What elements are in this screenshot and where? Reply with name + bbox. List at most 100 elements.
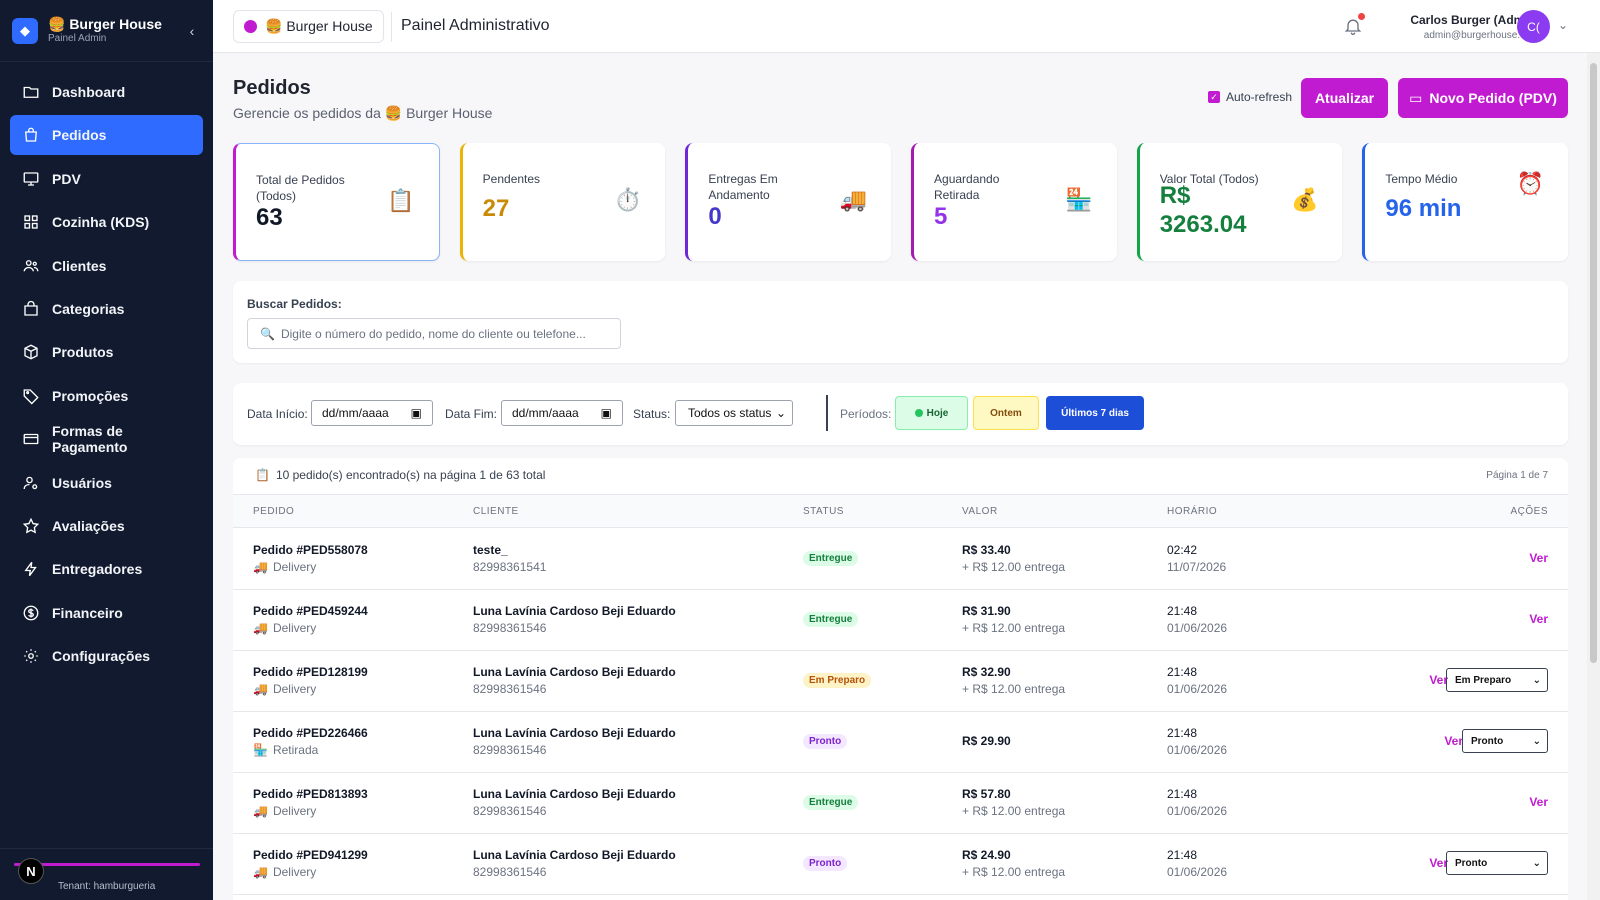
order-type: 🏪 Retirada — [253, 743, 318, 757]
sidebar-item-produtos[interactable]: Produtos — [10, 332, 203, 372]
status-select[interactable]: Pronto ⌄ — [1446, 851, 1548, 875]
order-number: Pedido #PED813893 — [253, 787, 368, 801]
start-date-input[interactable]: dd/mm/aaaa ▣ — [311, 400, 433, 426]
table-row: Pedido #PED558078 🚚 Delivery teste_ 82998… — [233, 529, 1568, 590]
scroll-thumb[interactable] — [1590, 63, 1597, 663]
table-row: Pedido #PED941299 🚚 Delivery Luna Lavínia… — [233, 834, 1568, 895]
stat-label: Entregas Em Andamento — [708, 172, 778, 202]
bell-icon[interactable] — [1343, 13, 1365, 36]
status-badge: Em Preparo — [803, 673, 872, 688]
view-link[interactable]: Ver — [1444, 734, 1463, 748]
customer-name: Luna Lavínia Cardoso Beji Eduardo — [473, 604, 676, 618]
col-header: VALOR — [962, 506, 998, 517]
stat-card: Tempo Médio 96 min ⏰ — [1362, 143, 1569, 261]
update-button[interactable]: Atualizar — [1301, 78, 1388, 118]
sidebar-item-promocoes[interactable]: Promoções — [10, 376, 203, 416]
order-date: 11/07/2026 — [1167, 560, 1227, 574]
status-select[interactable]: Em Preparo ⌄ — [1446, 668, 1548, 692]
period-chip[interactable]: Hoje — [895, 396, 968, 430]
customer-phone: 82998361546 — [473, 621, 547, 635]
results-info: 📋 10 pedido(s) encontrado(s) na página 1… — [255, 468, 545, 482]
sidebar-item-pedidos[interactable]: Pedidos — [10, 115, 203, 156]
autorefresh-label: Auto-refresh — [1226, 90, 1293, 104]
status-select[interactable]: Pronto ⌄ — [1462, 729, 1548, 753]
orders-table: 📋 10 pedido(s) encontrado(s) na página 1… — [233, 458, 1568, 900]
sidebar-item-categorias[interactable]: Categorias — [10, 289, 203, 329]
autorefresh-toggle[interactable]: ✓ Auto-refresh — [1208, 90, 1292, 104]
new-order-button[interactable]: ▭ Novo Pedido (PDV) — [1398, 78, 1568, 118]
sidebar: ◆ 🍔 Burger House Painel Admin ‹ Dashboar… — [0, 0, 213, 900]
sidebar-item-pdv[interactable]: PDV — [10, 159, 203, 199]
footer-avatar[interactable]: N — [18, 858, 44, 884]
results-text: 10 pedido(s) encontrado(s) na página 1 d… — [275, 468, 546, 482]
order-value: R$ 57.80 — [962, 787, 1011, 801]
tenant-label: Tenant: hamburgueria — [58, 881, 156, 892]
scrollbar[interactable] — [1587, 53, 1600, 900]
status-label: Status: — [633, 407, 671, 421]
status-select[interactable]: Todos os status ⌄ — [675, 400, 793, 426]
end-date-input[interactable]: dd/mm/aaaa ▣ — [501, 400, 623, 426]
sidebar-item-label: Dashboard — [52, 84, 126, 100]
customer-phone: 82998361546 — [473, 682, 547, 696]
stat-card: Aguardando Retirada 5 🏪 — [911, 143, 1117, 261]
sidebar-item-dashboard[interactable]: Dashboard — [10, 72, 203, 112]
clipboard-icon: 📋 — [255, 468, 270, 482]
stat-card[interactable]: Total de Pedidos (Todos) 63 📋 — [233, 143, 440, 261]
calendar-icon: ▣ — [410, 406, 422, 420]
sidebar-item-cozinha-kds[interactable]: Cozinha (KDS) — [10, 202, 203, 242]
chevron-left-icon[interactable]: ‹ — [183, 22, 201, 40]
customer-phone: 82998361541 — [473, 560, 547, 574]
monitor-icon — [22, 170, 40, 188]
stat-icon: 🚚 — [839, 187, 868, 212]
sidebar-nav: Dashboard Pedidos PDV Cozinha (KDS) Clientes… — [0, 62, 213, 689]
status-badge: Pronto — [803, 734, 848, 749]
view-link[interactable]: Ver — [1529, 612, 1548, 626]
sidebar-item-label: Configurações — [52, 648, 151, 665]
stat-card: Pendentes 27 ⏱️ — [459, 143, 666, 261]
topbar-title: Painel Administrativo — [401, 17, 550, 34]
sidebar-item-entregadores[interactable]: Entregadores — [10, 549, 203, 589]
table-header: PEDIDO CLIENTE STATUS VALOR HORÁRIO AÇÕE… — [233, 494, 1568, 528]
sidebar-item-configuracoes[interactable]: Configurações — [10, 636, 203, 676]
order-date: 01/06/2026 — [1167, 743, 1228, 757]
view-link[interactable]: Ver — [1529, 551, 1548, 565]
sidebar-item-financeiro[interactable]: Financeiro — [10, 593, 203, 633]
stat-card: Valor Total (Todos) R$ 3263.04 💰 — [1136, 143, 1343, 261]
stat-icon: ⏱️ — [613, 187, 642, 212]
notification-dot — [1358, 13, 1365, 20]
sidebar-item-usuarios[interactable]: Usuários — [10, 463, 203, 503]
users-icon — [22, 257, 40, 275]
sidebar-item-clientes[interactable]: Clientes — [10, 246, 203, 286]
shopping-bag-icon — [22, 300, 40, 318]
main-content: Pedidos Gerencie os pedidos da 🍔 Burger … — [213, 53, 1587, 900]
dollar-icon — [22, 604, 40, 622]
search-input[interactable]: 🔍 Digite o número do pedido, nome do cli… — [247, 318, 621, 349]
customer-phone: 82998361546 — [473, 804, 547, 818]
store-selector[interactable]: 🍔 Burger House — [233, 10, 384, 43]
page-title: Pedidos — [233, 77, 311, 99]
sidebar-footer: N Tenant: hamburgueria — [0, 848, 213, 900]
stats-cards: Total de Pedidos (Todos) 63 📋 Pendentes 2… — [233, 143, 1569, 261]
stat-label: Total de Pedidos (Todos) — [256, 173, 345, 203]
customer-name: Luna Lavínia Cardoso Beji Eduardo — [473, 665, 676, 679]
stat-icon: 🏪 — [1065, 187, 1093, 212]
period-chip[interactable]: Ontem — [973, 396, 1039, 430]
sidebar-item-label: PDV — [52, 170, 81, 187]
chevron-down-icon[interactable]: ⌄ — [1558, 18, 1568, 32]
store-icon: 🏪 — [253, 743, 268, 757]
search-label: Buscar Pedidos: — [247, 297, 342, 311]
sidebar-item-avaliacoes[interactable]: Avaliações — [10, 506, 203, 546]
avatar[interactable]: C( — [1517, 10, 1550, 43]
col-header: STATUS — [803, 506, 844, 517]
order-type: 🚚 Delivery — [253, 682, 316, 696]
sidebar-item-label: Produtos — [52, 344, 114, 361]
filters-panel: Data Início: dd/mm/aaaa ▣ Data Fim: dd/m… — [233, 383, 1568, 445]
checkbox[interactable]: ✓ — [1208, 91, 1220, 103]
customer-name: Luna Lavínia Cardoso Beji Eduardo — [473, 848, 676, 862]
sidebar-item-formas-de-pagamento[interactable]: Formas de Pagamento — [10, 419, 203, 459]
period-chip[interactable]: Últimos 7 dias — [1046, 396, 1144, 430]
col-header: CLIENTE — [473, 506, 519, 517]
order-value: R$ 24.90 — [962, 848, 1011, 862]
col-header: PEDIDO — [253, 506, 295, 517]
view-link[interactable]: Ver — [1529, 795, 1548, 809]
